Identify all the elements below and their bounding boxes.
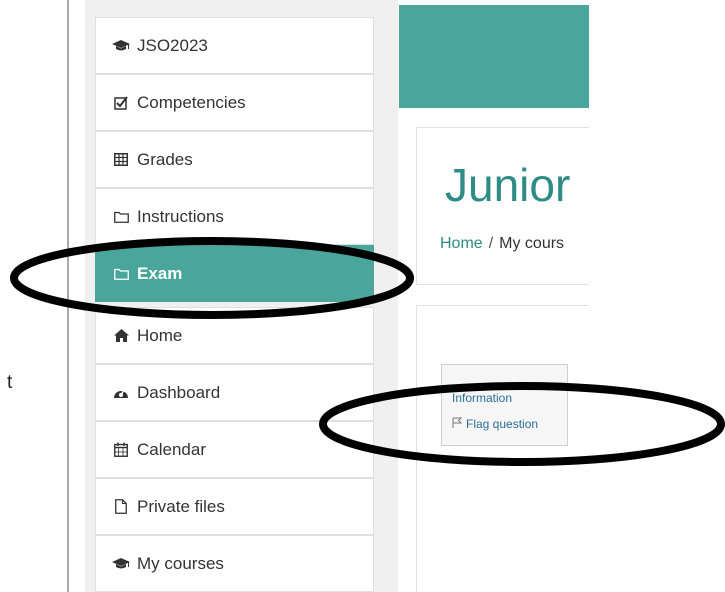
sidebar-item-dashboard[interactable]: Dashboard <box>95 364 374 421</box>
breadcrumb: Home / My cours <box>440 235 564 253</box>
flag-question-link[interactable]: Flag question <box>452 417 538 431</box>
sidebar-item-label: Private files <box>137 496 225 516</box>
breadcrumb-home[interactable]: Home <box>440 235 483 252</box>
sidebar-item-home[interactable]: Home <box>95 307 374 364</box>
sidebar-item-grades[interactable]: Grades <box>95 131 374 188</box>
graduation-cap-icon <box>111 39 131 52</box>
breadcrumb-separator: / <box>488 235 494 252</box>
cut-off-text: t <box>7 372 13 393</box>
sidebar-item-label: Calendar <box>137 439 206 459</box>
sidebar-item-calendar[interactable]: Calendar <box>95 421 374 478</box>
breadcrumb-my-courses[interactable]: My cours <box>499 235 564 252</box>
main-content-card <box>416 305 589 592</box>
question-info-title: Information <box>452 391 513 405</box>
folder-icon <box>111 211 131 223</box>
sidebar-item-label: Competencies <box>137 92 246 112</box>
sidebar-item-label: Grades <box>137 149 193 169</box>
sidebar-item-label: Exam <box>137 263 183 283</box>
dashboard-icon <box>111 386 131 400</box>
sidebar-item-instructions[interactable]: Instructions <box>95 188 374 245</box>
flag-question-label: Flag question <box>466 417 539 431</box>
flag-icon <box>452 417 463 431</box>
sidebar-item-label: JSO2023 <box>137 35 208 55</box>
file-icon <box>111 499 131 514</box>
sidebar-item-label: Dashboard <box>137 382 221 402</box>
sidebar-item-label: Instructions <box>137 206 224 226</box>
checkbox-icon <box>111 95 131 110</box>
sidebar-item-private-files[interactable]: Private files <box>95 478 374 535</box>
sidebar-item-competencies[interactable]: Competencies <box>95 74 374 131</box>
calendar-icon <box>111 442 131 457</box>
sidebar-item-label: Home <box>137 325 183 345</box>
table-icon <box>111 153 131 166</box>
sidebar-nav: JSO2023 Competencies Grades Instructions… <box>85 0 398 592</box>
page-header: Junior Home / My cours <box>416 127 589 285</box>
divider-line <box>67 0 69 592</box>
question-info-box: Information Flag question <box>441 364 568 446</box>
sidebar-item-my-courses[interactable]: My courses <box>95 535 374 592</box>
folder-icon <box>111 268 131 280</box>
home-icon <box>111 329 131 342</box>
sidebar-item-label: My courses <box>137 553 224 573</box>
graduation-cap-icon <box>111 557 131 570</box>
sidebar-item-jso2023[interactable]: JSO2023 <box>95 17 374 74</box>
sidebar-item-exam[interactable]: Exam <box>95 245 374 302</box>
page-title: Junior <box>445 159 571 211</box>
page-banner <box>399 5 589 108</box>
